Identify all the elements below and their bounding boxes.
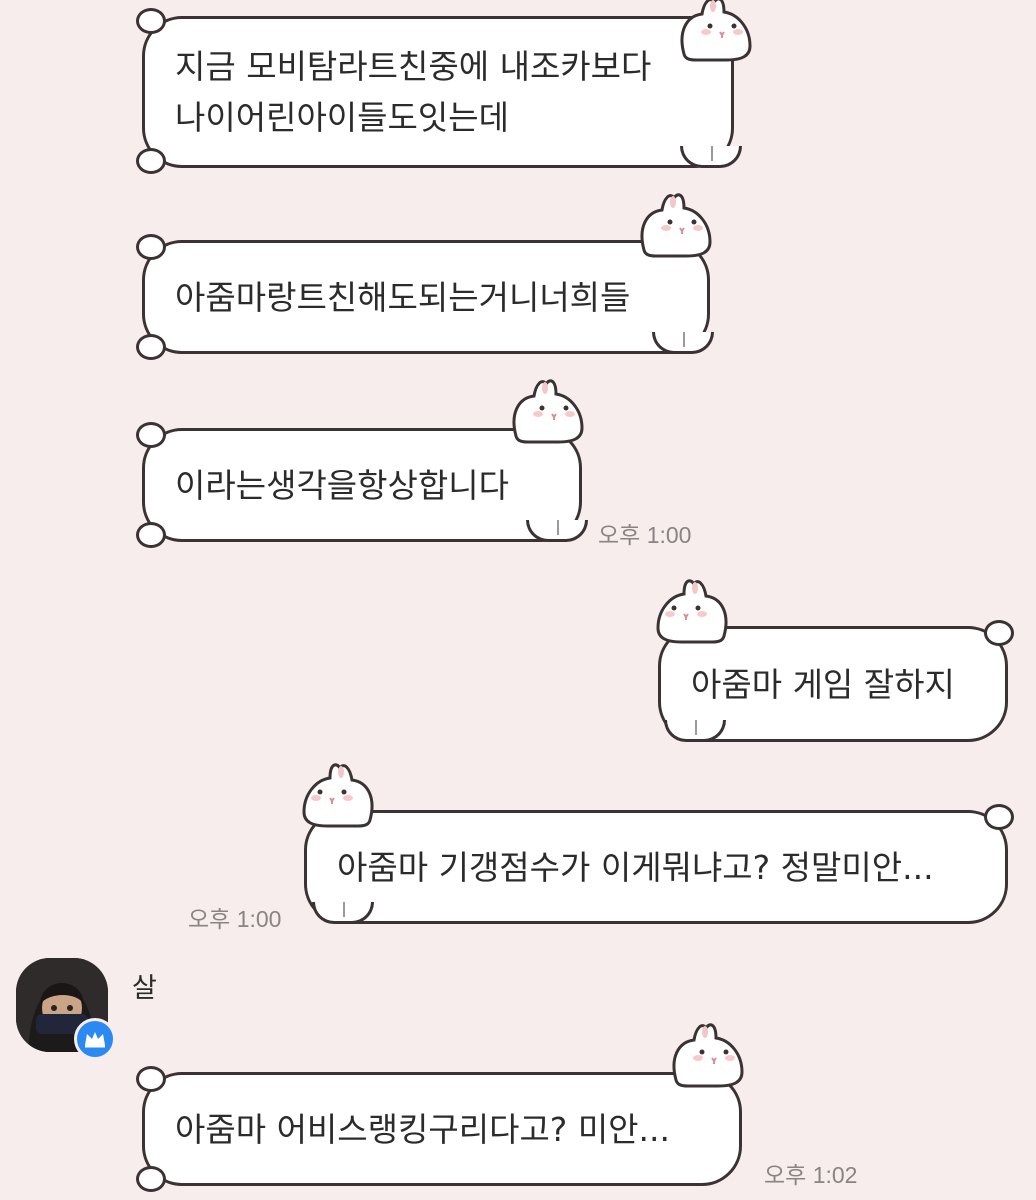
crown-badge bbox=[74, 1018, 116, 1060]
bubble-edge-nub bbox=[136, 1066, 166, 1092]
bubble-edge-nub bbox=[984, 620, 1014, 646]
bunny-sticker-icon bbox=[302, 763, 374, 828]
message-bubble[interactable]: 아줌마 어비스랭킹구리다고? 미안... bbox=[142, 1072, 742, 1186]
bubble-edge-nub bbox=[136, 522, 166, 548]
message-text: 아줌마 어비스랭킹구리다고? 미안... bbox=[175, 1109, 671, 1149]
crown-icon bbox=[85, 1032, 105, 1048]
message-bubble[interactable]: 이라는생각을항상합니다 bbox=[142, 428, 582, 542]
bubble-edge-nub bbox=[136, 1166, 166, 1192]
bunny-sticker-icon bbox=[512, 379, 584, 444]
bubble-edge-nub bbox=[136, 422, 166, 448]
sender-name: 살 bbox=[132, 973, 157, 1004]
message-bubble[interactable]: 아줌마랑트친해도되는거니너희들 bbox=[142, 240, 710, 354]
bunny-sticker-icon bbox=[672, 1023, 744, 1088]
message-text: 아줌마 게임 잘하지 bbox=[691, 664, 955, 704]
bubble-edge-nub bbox=[136, 148, 166, 174]
message-bubble[interactable]: 지금 모비탐라트친중에 내조카보다 나이어린아이들도잇는데 bbox=[142, 16, 734, 168]
bunny-sticker-icon bbox=[680, 0, 752, 62]
message-timestamp: 오후 1:00 bbox=[598, 522, 692, 548]
bubble-edge-nub bbox=[136, 234, 166, 260]
message-text: 아줌마랑트친해도되는거니너희들 bbox=[175, 277, 631, 317]
message-text: 지금 모비탐라트친중에 내조카보다 나이어린아이들도잇는데 bbox=[175, 47, 652, 137]
bunny-sticker-icon bbox=[640, 193, 712, 258]
message-text: 이라는생각을항상합니다 bbox=[175, 465, 509, 505]
bubble-edge-nub bbox=[984, 804, 1014, 830]
message-bubble[interactable]: 아줌마 기갱점수가 이게뭐냐고? 정말미안... bbox=[304, 810, 1008, 924]
message-timestamp: 오후 1:02 bbox=[764, 1162, 858, 1188]
bubble-edge-nub bbox=[136, 8, 166, 34]
chat-room[interactable]: 지금 모비탐라트친중에 내조카보다 나이어린아이들도잇는데 아줌마랑트친해도되는… bbox=[0, 0, 1036, 1200]
message-timestamp: 오후 1:00 bbox=[188, 906, 282, 932]
bunny-sticker-icon bbox=[656, 579, 728, 644]
message-text: 아줌마 기갱점수가 이게뭐냐고? 정말미안... bbox=[337, 847, 934, 887]
bubble-edge-nub bbox=[136, 334, 166, 360]
